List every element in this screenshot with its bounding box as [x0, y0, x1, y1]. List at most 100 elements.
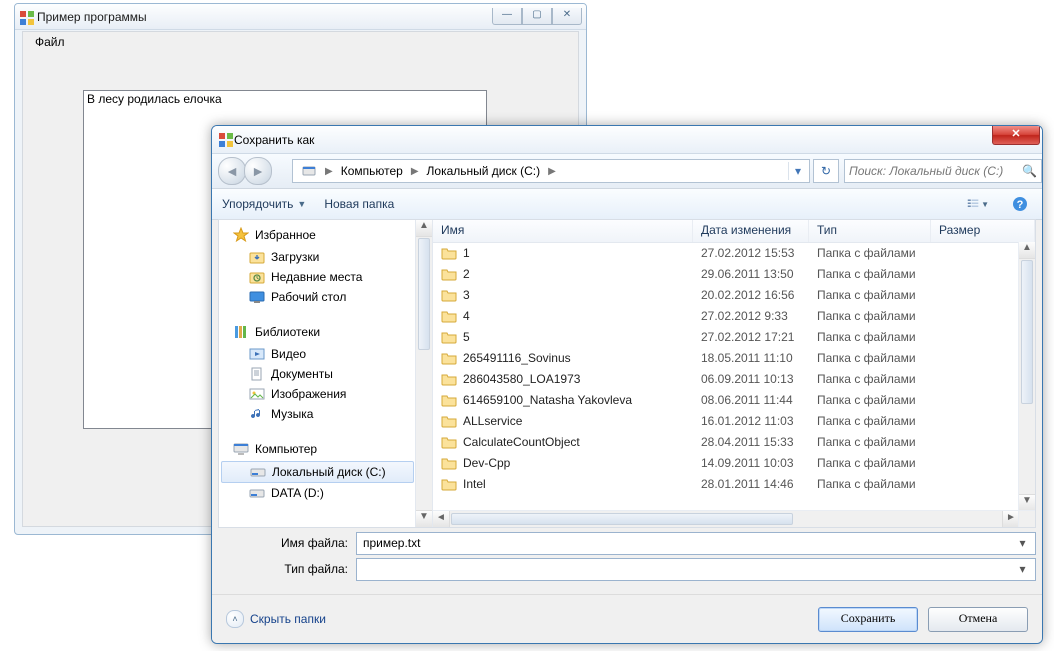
breadcrumb-seg-0[interactable]: Компьютер — [335, 160, 409, 182]
file-type: Папка с файлами — [809, 435, 931, 449]
file-list-hscroll[interactable]: ◄ ► — [433, 510, 1019, 527]
file-name: CalculateCountObject — [463, 435, 580, 449]
tree-item-recent[interactable]: Недавние места — [219, 267, 416, 287]
chevron-down-icon: ▼ — [981, 200, 989, 209]
col-date[interactable]: Дата изменения — [693, 220, 809, 242]
file-row[interactable]: 3 20.02.2012 16:56Папка с файлами — [433, 284, 1019, 305]
file-row[interactable]: 527.02.2012 17:21Папка с файлами — [433, 326, 1019, 347]
filename-value[interactable] — [361, 535, 1014, 551]
file-type: Папка с файлами — [809, 246, 931, 260]
tree-item-drive-c[interactable]: Локальный диск (C:) — [221, 461, 414, 483]
folder-icon — [441, 413, 457, 429]
folder-icon — [441, 476, 457, 492]
tree-item-downloads[interactable]: Загрузки — [219, 247, 416, 267]
save-as-dialog: Сохранить как ✕ ◄ ► ▶ Компьютер ▶ Локаль… — [211, 125, 1043, 644]
file-row[interactable]: CalculateCountObject28.04.2011 15:33Папк… — [433, 431, 1019, 452]
filename-dropdown-button[interactable]: ▾ — [1014, 533, 1031, 554]
tree-item-drive-d[interactable]: DATA (D:) — [219, 483, 416, 503]
tree-computer[interactable]: Компьютер — [219, 436, 416, 461]
tree-scrollbar[interactable]: ▲ ▼ — [415, 220, 432, 527]
file-date: 20.02.2012 16:56 — [693, 288, 809, 302]
folder-icon — [441, 308, 457, 324]
help-button[interactable]: ? — [1008, 192, 1032, 216]
chevron-right-icon[interactable]: ▶ — [323, 166, 335, 177]
back-button[interactable]: ◄ — [218, 157, 246, 185]
file-row[interactable]: 265491116_Sovinus18.05.2011 11:10Папка с… — [433, 347, 1019, 368]
file-list-vscroll[interactable]: ▲ ▼ — [1018, 242, 1035, 511]
tree-item-documents[interactable]: Документы — [219, 364, 416, 384]
nav-tree: Избранное Загрузки Недавние места Рабочи… — [219, 220, 433, 527]
cancel-button[interactable]: Отмена — [928, 607, 1028, 632]
file-row[interactable]: ALLservice16.01.2012 11:03Папка с файлам… — [433, 410, 1019, 431]
col-size[interactable]: Размер — [931, 220, 1035, 242]
filetype-label: Тип файла: — [218, 562, 356, 576]
file-row[interactable]: 614659100_Natasha Yakovleva08.06.2011 11… — [433, 389, 1019, 410]
dialog-titlebar[interactable]: Сохранить как ✕ — [212, 126, 1042, 154]
new-folder-button[interactable]: Новая папка — [324, 197, 394, 211]
textarea-value: В лесу родилась елочка — [87, 92, 222, 106]
breadcrumb[interactable]: ▶ Компьютер ▶ Локальный диск (C:) ▶ ▾ — [292, 159, 810, 183]
file-date: 27.02.2012 17:21 — [693, 330, 809, 344]
tree-item-pictures[interactable]: Изображения — [219, 384, 416, 404]
maximize-button[interactable]: ▢ — [522, 8, 552, 25]
chevron-up-icon: ˄ — [226, 610, 244, 628]
col-name[interactable]: Имя — [433, 220, 693, 242]
dialog-bottom-bar: ˄ Скрыть папки Сохранить Отмена — [212, 594, 1042, 643]
file-date: 29.06.2011 13:50 — [693, 267, 809, 281]
scroll-right-icon[interactable]: ► — [1002, 511, 1019, 527]
tree-item-desktop[interactable]: Рабочий стол — [219, 287, 416, 307]
tree-item-video[interactable]: Видео — [219, 344, 416, 364]
minimize-button[interactable]: — — [492, 8, 522, 25]
folder-icon — [441, 371, 457, 387]
scroll-down-icon[interactable]: ▼ — [416, 510, 432, 527]
breadcrumb-dropdown-button[interactable]: ▾ — [788, 162, 807, 180]
file-type: Папка с файлами — [809, 393, 931, 407]
filename-input[interactable]: ▾ — [356, 532, 1036, 555]
app-titlebar[interactable]: Пример программы — ▢ ✕ — [15, 4, 586, 30]
filetype-dropdown-button[interactable]: ▾ — [1014, 559, 1031, 580]
file-row[interactable]: 286043580_LOA197306.09.2011 10:13Папка с… — [433, 368, 1019, 389]
close-button[interactable]: ✕ — [552, 8, 582, 25]
forward-button[interactable]: ► — [244, 157, 272, 185]
search-input[interactable]: Поиск: Локальный диск (C:) 🔍 — [844, 159, 1042, 183]
chevron-right-icon[interactable]: ▶ — [409, 166, 421, 177]
file-row[interactable]: 229.06.2011 13:50Папка с файлами — [433, 263, 1019, 284]
file-row[interactable]: 127.02.2012 15:53Папка с файлами — [433, 242, 1019, 263]
refresh-button[interactable]: ↻ — [813, 159, 839, 183]
menu-file[interactable]: Файл — [29, 34, 71, 50]
filetype-value[interactable] — [361, 561, 1014, 577]
hide-folders-button[interactable]: ˄ Скрыть папки — [226, 610, 326, 628]
scroll-up-icon[interactable]: ▲ — [416, 220, 432, 237]
breadcrumb-root-icon[interactable] — [295, 160, 323, 182]
save-button[interactable]: Сохранить — [818, 607, 918, 632]
file-row[interactable]: 427.02.2012 9:33Папка с файлами — [433, 305, 1019, 326]
file-name: 614659100_Natasha Yakovleva — [463, 393, 632, 407]
dialog-close-button[interactable]: ✕ — [992, 126, 1040, 145]
tree-libraries[interactable]: Библиотеки — [219, 319, 416, 344]
file-list-header: Имя Дата изменения Тип Размер — [433, 220, 1035, 243]
tree-item-music[interactable]: Музыка — [219, 404, 416, 424]
file-list-rows: 127.02.2012 15:53Папка с файлами229.06.2… — [433, 242, 1019, 511]
app-title: Пример программы — [37, 10, 492, 24]
breadcrumb-seg-1[interactable]: Локальный диск (C:) — [421, 160, 547, 182]
organize-button[interactable]: Упорядочить ▼ — [222, 197, 306, 211]
view-options-button[interactable]: ▼ — [966, 192, 990, 216]
tree-favorites[interactable]: Избранное — [219, 222, 416, 247]
file-type: Папка с файлами — [809, 288, 931, 302]
chevron-right-icon[interactable]: ▶ — [546, 166, 558, 177]
scroll-thumb[interactable] — [451, 513, 793, 525]
file-row[interactable]: Intel28.01.2011 14:46Папка с файлами — [433, 473, 1019, 494]
file-name: 3 — [463, 288, 470, 302]
scroll-thumb[interactable] — [418, 238, 430, 350]
file-type: Папка с файлами — [809, 477, 931, 491]
scroll-up-icon[interactable]: ▲ — [1019, 242, 1035, 259]
file-date: 27.02.2012 9:33 — [693, 309, 809, 323]
scroll-left-icon[interactable]: ◄ — [433, 511, 450, 527]
scroll-down-icon[interactable]: ▼ — [1019, 494, 1035, 511]
col-type[interactable]: Тип — [809, 220, 931, 242]
file-row[interactable]: Dev-Cpp14.09.2011 10:03Папка с файлами — [433, 452, 1019, 473]
search-icon: 🔍 — [1022, 164, 1037, 178]
filetype-input[interactable]: ▾ — [356, 558, 1036, 581]
folder-icon — [441, 455, 457, 471]
scroll-thumb[interactable] — [1021, 260, 1033, 404]
